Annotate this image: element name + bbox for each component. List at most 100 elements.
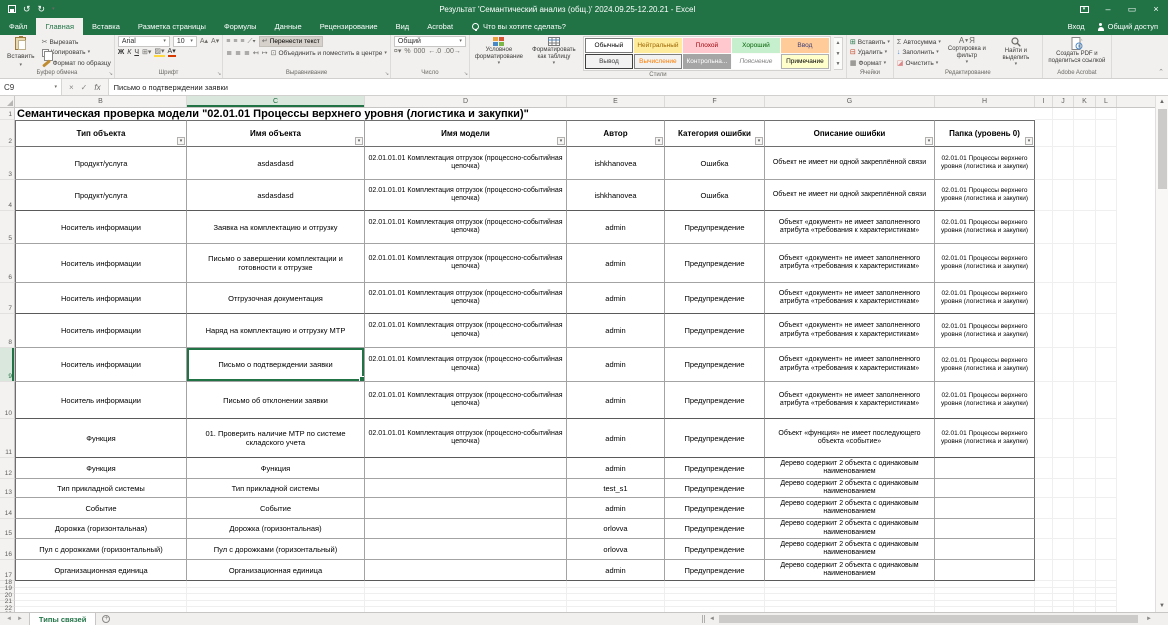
cell-L[interactable] <box>1096 458 1117 479</box>
cell-B7[interactable]: Носитель информации <box>15 283 187 314</box>
vertical-scrollbar[interactable]: ▲ ▼ <box>1155 96 1168 612</box>
cell-E7[interactable]: admin <box>567 283 665 314</box>
cell-C8[interactable]: Наряд на комплектацию и отгрузку МТР <box>187 314 365 348</box>
cell-E6[interactable]: admin <box>567 244 665 283</box>
cell-L[interactable] <box>1096 539 1117 560</box>
cell-H4[interactable]: 02.01.01 Процессы верхнего уровня (логис… <box>935 180 1035 211</box>
cell-G10[interactable]: Объект «документ» не имеет заполненного … <box>765 382 935 419</box>
cell-H10[interactable]: 02.01.01 Процессы верхнего уровня (логис… <box>935 382 1035 419</box>
cell-style-контрольна-[interactable]: Контрольна... <box>683 54 731 69</box>
cell-C12[interactable]: Функция <box>187 458 365 479</box>
cell-E8[interactable]: admin <box>567 314 665 348</box>
cell-D8[interactable]: 02.01.01.01 Комплектация отгрузок (проце… <box>365 314 567 348</box>
cell-J[interactable] <box>1053 519 1074 539</box>
cell-E4[interactable]: ishkhanovea <box>567 180 665 211</box>
column-header-G[interactable]: G <box>765 96 935 107</box>
cell-L[interactable] <box>1096 498 1117 519</box>
cell-K[interactable] <box>1074 244 1096 283</box>
cell-F12[interactable]: Предупреждение <box>665 458 765 479</box>
cell-style-примечание[interactable]: Примечание <box>781 54 829 69</box>
row-header-3[interactable]: 3 <box>0 147 15 180</box>
cell-C14[interactable]: Событие <box>187 498 365 519</box>
cell-J[interactable] <box>1053 498 1074 519</box>
share-button[interactable]: Общий доступ <box>1097 22 1158 31</box>
cell-K[interactable] <box>1074 560 1096 581</box>
cell-H3[interactable]: 02.01.01 Процессы верхнего уровня (логис… <box>935 147 1035 180</box>
cell-K[interactable] <box>1074 348 1096 382</box>
cell-B8[interactable]: Носитель информации <box>15 314 187 348</box>
cell-L[interactable] <box>1096 120 1117 147</box>
cell-L[interactable] <box>1096 314 1117 348</box>
tell-me-box[interactable]: Что вы хотите сделать? <box>462 18 576 35</box>
cell-K[interactable] <box>1074 419 1096 458</box>
cell-E16[interactable]: orlovva <box>567 539 665 560</box>
cell-H11[interactable]: 02.01.01 Процессы верхнего уровня (логис… <box>935 419 1035 458</box>
bold-button[interactable]: Ж <box>118 49 124 56</box>
cell-E14[interactable]: admin <box>567 498 665 519</box>
cell-I[interactable] <box>1035 498 1053 519</box>
row-header-10[interactable]: 10 <box>0 382 15 419</box>
copy-button[interactable]: Копировать▾ <box>42 48 111 58</box>
cell-B5[interactable]: Носитель информации <box>15 211 187 244</box>
cell-I[interactable] <box>1035 244 1053 283</box>
cell-J[interactable] <box>1053 382 1074 419</box>
cell-H13[interactable] <box>935 479 1035 498</box>
cell-E13[interactable]: test_s1 <box>567 479 665 498</box>
align-bottom-icon[interactable]: ≡ <box>240 38 244 45</box>
cell-L[interactable] <box>1096 180 1117 211</box>
cell-J[interactable] <box>1053 147 1074 180</box>
cell-style-хороший[interactable]: Хороший <box>732 38 780 53</box>
cell-H12[interactable] <box>935 458 1035 479</box>
ribbon-tab-вставка[interactable]: Вставка <box>83 18 129 35</box>
cell-I[interactable] <box>1035 479 1053 498</box>
cell-E15[interactable]: orlovva <box>567 519 665 539</box>
cell-J[interactable] <box>1053 539 1074 560</box>
row-header-9[interactable]: 9 <box>0 348 15 382</box>
cell-C17[interactable]: Организационная единица <box>187 560 365 581</box>
header-cell-H2[interactable]: Папка (уровень 0)▾ <box>935 120 1035 147</box>
cell-D15[interactable] <box>365 519 567 539</box>
scroll-right-icon[interactable]: ► <box>1146 616 1152 622</box>
cell-C10[interactable]: Письмо об отклонении заявки <box>187 382 365 419</box>
cut-button[interactable]: ✂Вырезать <box>42 37 111 47</box>
paste-button[interactable]: Вставить ▾ <box>3 36 39 69</box>
gallery-more-icon[interactable]: ▼ <box>835 61 840 67</box>
cell-I[interactable] <box>1035 180 1053 211</box>
cell-C15[interactable]: Дорожка (горизонтальная) <box>187 519 365 539</box>
cell-G16[interactable]: Дерево содержит 2 объекта с одинаковым н… <box>765 539 935 560</box>
cell-I[interactable] <box>1035 211 1053 244</box>
row-header-13[interactable]: 13 <box>0 479 15 498</box>
create-pdf-button[interactable]: Создать PDF и поделиться ссылкой <box>1046 36 1108 69</box>
row-header-8[interactable]: 8 <box>0 314 15 348</box>
insert-function-icon[interactable]: fx <box>94 83 100 92</box>
cell-E12[interactable]: admin <box>567 458 665 479</box>
header-cell-D2[interactable]: Имя модели▾ <box>365 120 567 147</box>
column-header-E[interactable]: E <box>567 96 665 107</box>
cell-I[interactable] <box>1035 560 1053 581</box>
cell-K[interactable] <box>1074 539 1096 560</box>
cell-E3[interactable]: ishkhanovea <box>567 147 665 180</box>
row-header-2[interactable]: 2 <box>0 120 15 147</box>
cell-K[interactable] <box>1074 314 1096 348</box>
cell-K[interactable] <box>1074 120 1096 147</box>
cell-L[interactable] <box>1096 244 1117 283</box>
filter-dropdown-icon[interactable]: ▾ <box>355 137 363 145</box>
decrease-decimal-icon[interactable]: .00→ <box>444 48 461 55</box>
find-select-button[interactable]: Найти и выделить▾ <box>993 36 1039 69</box>
cell-style-плохой[interactable]: Плохой <box>683 38 731 53</box>
cell-J[interactable] <box>1053 180 1074 211</box>
cell-B10[interactable]: Носитель информации <box>15 382 187 419</box>
cell-G15[interactable]: Дерево содержит 2 объекта с одинаковым н… <box>765 519 935 539</box>
header-cell-C2[interactable]: Имя объекта▾ <box>187 120 365 147</box>
cell-I[interactable] <box>1035 348 1053 382</box>
scroll-up-icon[interactable]: ▲ <box>1156 96 1168 108</box>
cell-E11[interactable]: admin <box>567 419 665 458</box>
cell-C3[interactable]: asdasdasd <box>187 147 365 180</box>
row-header-5[interactable]: 5 <box>0 211 15 244</box>
cell-C9[interactable]: Письмо о подтверждении заявки <box>187 348 365 382</box>
gallery-up-icon[interactable]: ▲ <box>835 40 840 46</box>
align-right-icon[interactable]: ≣ <box>244 50 250 57</box>
vertical-scroll-thumb[interactable] <box>1158 109 1167 189</box>
restore-icon[interactable]: ▭ <box>1120 0 1144 18</box>
cell-K[interactable] <box>1074 519 1096 539</box>
